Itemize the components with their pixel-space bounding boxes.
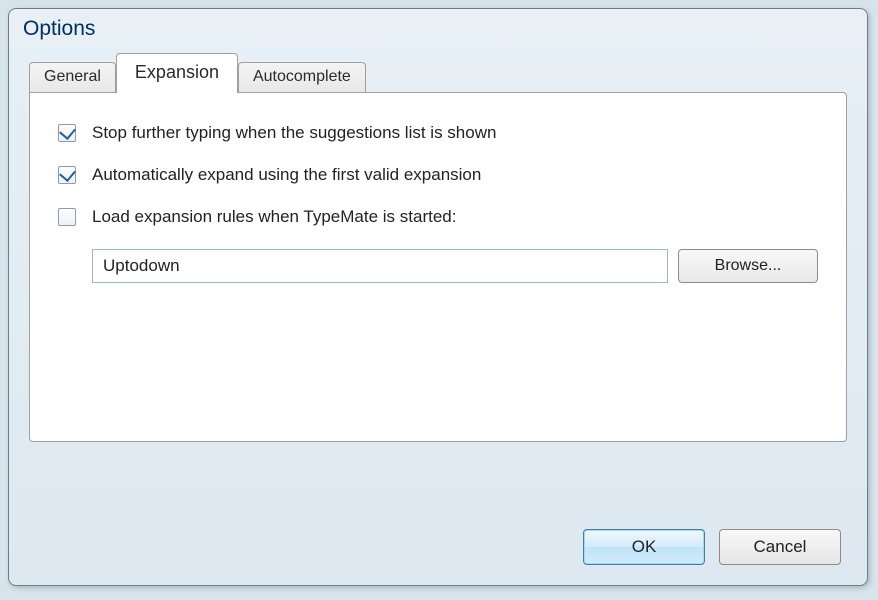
option-load-rules: Load expansion rules when TypeMate is st…	[58, 207, 818, 227]
tab-panel-expansion: Stop further typing when the suggestions…	[29, 92, 847, 442]
rules-path-input[interactable]	[92, 249, 668, 283]
checkbox-load-rules[interactable]	[58, 208, 76, 226]
path-row: Browse...	[92, 249, 818, 283]
tab-general[interactable]: General	[29, 62, 116, 92]
options-dialog: Options General Expansion Autocomplete S…	[8, 8, 868, 586]
label-load-rules: Load expansion rules when TypeMate is st…	[92, 207, 456, 227]
tab-container: General Expansion Autocomplete Stop furt…	[29, 53, 847, 442]
tab-expansion[interactable]: Expansion	[116, 53, 238, 93]
checkbox-stop-typing[interactable]	[58, 124, 76, 142]
option-auto-expand: Automatically expand using the first val…	[58, 165, 818, 185]
label-auto-expand: Automatically expand using the first val…	[92, 165, 481, 185]
dialog-footer: OK Cancel	[583, 529, 841, 565]
ok-button[interactable]: OK	[583, 529, 705, 565]
cancel-button[interactable]: Cancel	[719, 529, 841, 565]
checkbox-auto-expand[interactable]	[58, 166, 76, 184]
tab-strip: General Expansion Autocomplete	[29, 53, 847, 92]
dialog-title: Options	[9, 9, 867, 53]
option-stop-typing: Stop further typing when the suggestions…	[58, 123, 818, 143]
label-stop-typing: Stop further typing when the suggestions…	[92, 123, 496, 143]
browse-button[interactable]: Browse...	[678, 249, 818, 283]
tab-autocomplete[interactable]: Autocomplete	[238, 62, 366, 92]
